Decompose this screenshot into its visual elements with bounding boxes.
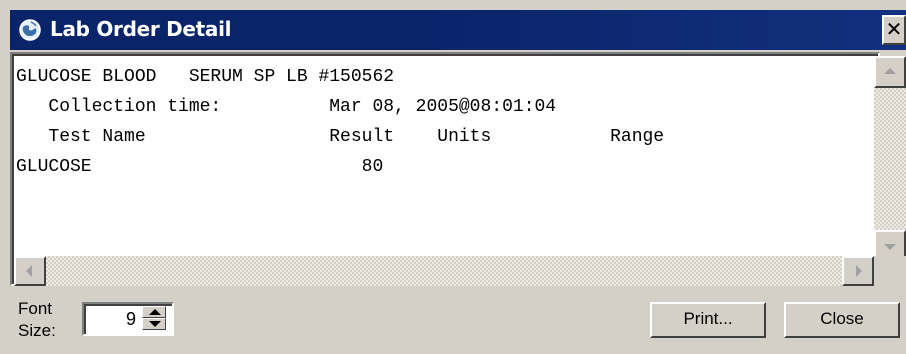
print-button[interactable]: Print...: [650, 302, 766, 338]
font-size-increase-button[interactable]: [142, 306, 166, 318]
report-line: GLUCOSE 80: [16, 157, 384, 177]
horizontal-scrollbar[interactable]: [14, 256, 874, 286]
arrow-left-icon: [26, 265, 32, 277]
scroll-up-button[interactable]: [874, 56, 906, 88]
report-line: Test Name Result Units Range: [16, 127, 665, 147]
report-content[interactable]: GLUCOSE BLOOD SERUM SP LB #150562 Collec…: [16, 62, 862, 250]
font-size-label: Font Size:: [18, 299, 56, 340]
lab-order-detail-window: Lab Order Detail ✕ GLUCOSE BLOOD SERUM S…: [0, 0, 906, 354]
arrow-down-icon: [884, 244, 896, 250]
report-line: GLUCOSE BLOOD SERUM SP LB #150562: [16, 67, 395, 87]
close-icon: ✕: [885, 17, 903, 41]
vertical-scrollbar[interactable]: [874, 56, 906, 262]
report-text-area[interactable]: GLUCOSE BLOOD SERUM SP LB #150562 Collec…: [10, 52, 880, 286]
arrow-up-icon: [884, 68, 896, 74]
title-bar[interactable]: Lab Order Detail ✕: [10, 10, 906, 50]
triangle-up-icon: [149, 309, 161, 315]
scroll-left-button[interactable]: [14, 256, 46, 286]
close-window-button[interactable]: ✕: [882, 15, 906, 45]
window-title: Lab Order Detail: [50, 17, 232, 41]
triangle-down-icon: [149, 321, 161, 327]
scroll-right-button[interactable]: [842, 256, 874, 286]
globe-icon: [19, 19, 41, 41]
font-size-value[interactable]: 9: [90, 308, 136, 330]
font-size-spinner[interactable]: 9: [82, 302, 174, 336]
arrow-right-icon: [856, 265, 862, 277]
report-line: Collection time: Mar 08, 2005@08:01:04: [16, 97, 557, 117]
scrollbar-corner: [874, 256, 906, 286]
font-size-decrease-button[interactable]: [142, 318, 166, 330]
close-button[interactable]: Close: [784, 302, 900, 338]
